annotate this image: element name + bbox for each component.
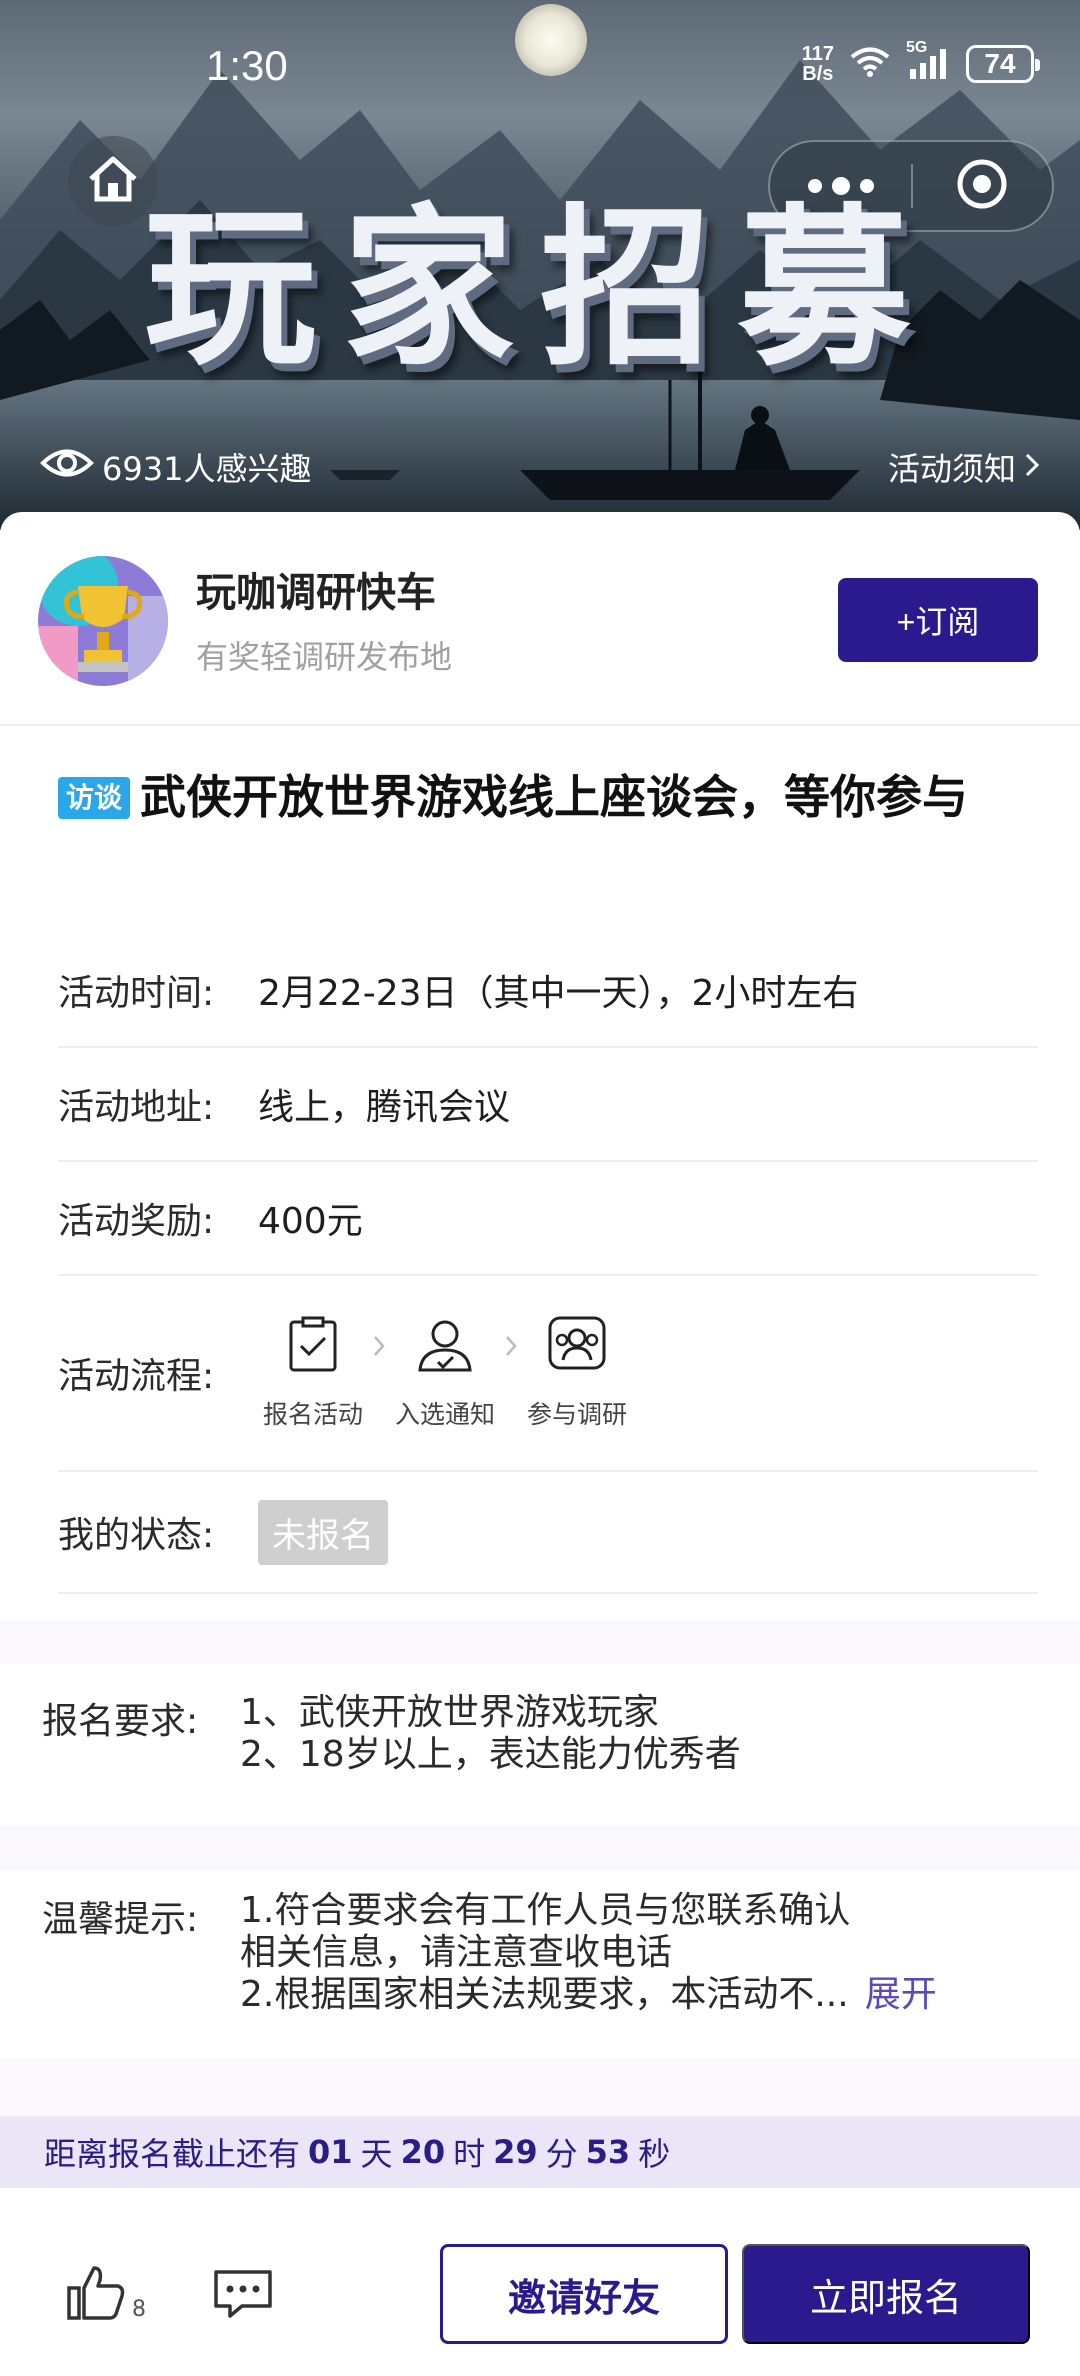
step-research: 参与调研 xyxy=(522,1316,632,1431)
activity-address-value: 线上，腾讯会议 xyxy=(258,1087,511,1128)
network-type: 5G xyxy=(906,39,928,56)
section-divider xyxy=(0,1826,1080,1870)
chevron-right-icon xyxy=(368,1334,390,1358)
days-unit: 天 xyxy=(360,2135,393,2173)
requirements-list: 1、武侠开放世界游戏玩家 2、18岁以上，表达能力优秀者 xyxy=(240,1692,741,1776)
tip-line: 1.符合要求会有工作人员与您联系确认 xyxy=(240,1890,851,1931)
bottom-action-bar: 8 邀请好友 立即报名 xyxy=(0,2188,1080,2376)
requirements-block: 报名要求: 1、武侠开放世界游戏玩家 2、18岁以上，表达能力优秀者 xyxy=(42,1692,1042,1776)
step-signup: 报名活动 xyxy=(258,1316,368,1431)
network-speed-value: 117 xyxy=(801,43,834,65)
deadline-countdown: 距离报名截止还有 01 天 20 时 29 分 53 秒 xyxy=(0,2116,1080,2188)
countdown-seconds: 53 xyxy=(585,2133,631,2171)
status-badge: 未报名 xyxy=(258,1499,388,1565)
activity-title-block: 访谈 武侠开放世界游戏线上座谈会，等你参与 xyxy=(58,766,1038,828)
wifi-icon xyxy=(850,46,890,82)
interest-text: 6931人感兴趣 xyxy=(102,450,312,488)
publisher-avatar[interactable] xyxy=(38,556,168,686)
publisher-name[interactable]: 玩咖调研快车 xyxy=(196,560,436,618)
thumbs-up-icon xyxy=(66,2264,128,2324)
expand-link[interactable]: 展开 xyxy=(865,1974,937,2015)
section-divider xyxy=(0,1620,1080,1664)
invite-friends-button[interactable]: 邀请好友 xyxy=(440,2244,728,2344)
network-speed-unit: B/s xyxy=(802,63,834,85)
signup-button[interactable]: 立即报名 xyxy=(742,2244,1030,2344)
tip-line-row: 2.根据国家相关法规要求，本活动不... 展开 xyxy=(240,1974,937,2016)
tip-line: 相关信息，请注意查收电话 xyxy=(240,1932,673,1973)
battery-icon: 74 xyxy=(966,45,1040,83)
step-label: 报名活动 xyxy=(262,1399,363,1429)
chevron-right-icon xyxy=(1024,448,1040,486)
step-label: 参与调研 xyxy=(526,1399,627,1429)
countdown-hours: 20 xyxy=(400,2133,446,2171)
activity-address-label: 活动地址: xyxy=(58,1087,215,1128)
like-count: 8 xyxy=(132,2297,146,2322)
status-indicators: 117 B/s 5G 74 xyxy=(802,39,1040,84)
requirements-label: 报名要求: xyxy=(42,1701,199,1742)
chevron-right-icon xyxy=(500,1334,522,1358)
battery-level: 74 xyxy=(984,48,1016,79)
tips-block: 温馨提示: 1.符合要求会有工作人员与您联系确认 相关信息，请注意查收电话 2.… xyxy=(42,1890,1042,2016)
section-divider xyxy=(0,2058,1080,2116)
activity-notice-label: 活动须知 xyxy=(887,450,1016,488)
activity-reward-row: 活动奖励: 400元 xyxy=(58,1162,1038,1276)
interest-count: 6931人感兴趣 xyxy=(40,444,311,490)
banner-title: 玩家招募 xyxy=(144,186,936,389)
comment-icon xyxy=(212,2270,274,2324)
deadline-prefix: 距离报名截止还有 xyxy=(44,2135,301,2173)
countdown-minutes: 29 xyxy=(493,2133,538,2171)
my-status-row: 我的状态: 未报名 xyxy=(58,1472,1038,1594)
activity-reward-label: 活动奖励: xyxy=(58,1201,215,1242)
seconds-unit: 秒 xyxy=(638,2135,671,2173)
process-steps: 报名活动 入选通知 参与调研 xyxy=(258,1316,632,1431)
user-check-icon xyxy=(416,1316,474,1381)
subscribe-button[interactable]: +订阅 xyxy=(838,578,1038,662)
publisher-description: 有奖轻调研发布地 xyxy=(196,638,453,676)
activity-process-row: 活动流程: 报名活动 入选通知 参与调研 xyxy=(58,1276,1038,1472)
clipboard-check-icon xyxy=(287,1316,339,1381)
step-label: 入选通知 xyxy=(394,1399,495,1429)
activity-time-row: 活动时间: 2月22-23日（其中一天），2小时左右 xyxy=(58,934,1038,1048)
minutes-unit: 分 xyxy=(545,2135,578,2173)
activity-time-label: 活动时间: xyxy=(58,973,215,1014)
like-button[interactable]: 8 xyxy=(66,2264,146,2324)
activity-notice-link[interactable]: 活动须知 xyxy=(888,444,1040,490)
activity-card: 玩咖调研快车 有奖轻调研发布地 +订阅 访谈 武侠开放世界游戏线上座谈会，等你参与… xyxy=(0,512,1080,2376)
hours-unit: 时 xyxy=(453,2135,486,2173)
activity-address-row: 活动地址: 线上，腾讯会议 xyxy=(58,1048,1038,1162)
comment-button[interactable] xyxy=(212,2268,274,2324)
status-time: 1:30 xyxy=(206,42,288,89)
category-tag: 访谈 xyxy=(58,777,131,819)
group-icon xyxy=(546,1316,608,1381)
eye-icon xyxy=(40,446,94,488)
cellular-signal-icon: 5G xyxy=(906,39,950,83)
tip-line: 2.根据国家相关法规要求，本活动不... xyxy=(240,1974,849,2015)
requirement-item: 1、武侠开放世界游戏玩家 xyxy=(240,1692,659,1733)
activity-title: 武侠开放世界游戏线上座谈会，等你参与 xyxy=(140,770,969,824)
tips-label: 温馨提示: xyxy=(42,1899,199,1940)
requirement-item: 2、18岁以上，表达能力优秀者 xyxy=(240,1734,741,1775)
activity-reward-value: 400元 xyxy=(258,1201,363,1242)
countdown-days: 01 xyxy=(308,2133,353,2171)
network-speed: 117 B/s xyxy=(802,44,834,84)
activity-time-value: 2月22-23日（其中一天），2小时左右 xyxy=(258,973,859,1014)
activity-process-label: 活动流程: xyxy=(58,1356,215,1397)
tips-list: 1.符合要求会有工作人员与您联系确认 相关信息，请注意查收电话 2.根据国家相关… xyxy=(240,1890,937,2016)
step-notification: 入选通知 xyxy=(390,1316,500,1431)
activity-banner: 1:30 117 B/s 5G 74 玩家招募 6931人感兴趣 活动须知 xyxy=(0,0,1080,530)
publisher-header: 玩咖调研快车 有奖轻调研发布地 +订阅 xyxy=(0,512,1080,726)
my-status-label: 我的状态: xyxy=(58,1515,215,1556)
